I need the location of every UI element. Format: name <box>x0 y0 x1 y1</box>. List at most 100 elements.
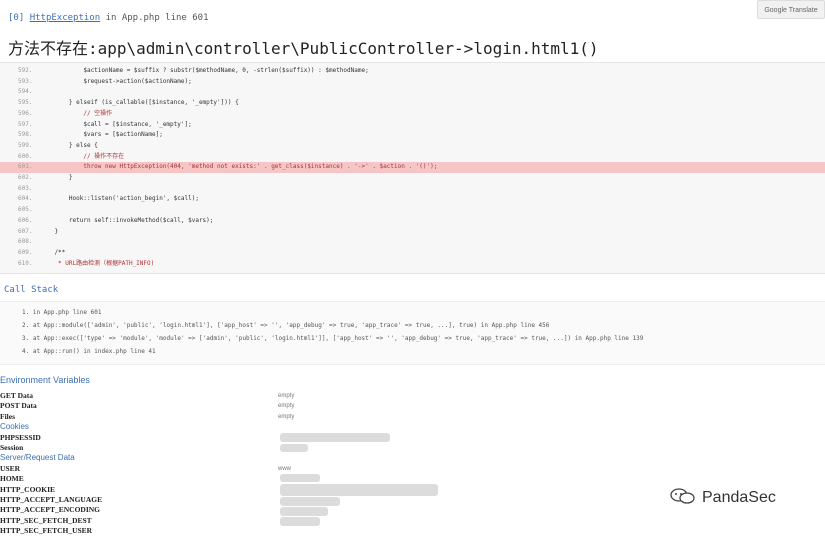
line-number: 596. <box>18 109 33 117</box>
line-number: 602. <box>18 174 33 181</box>
line-number: 601. <box>18 163 33 171</box>
line-source: * URL路由检测（根据PATH_INFO) <box>40 259 155 267</box>
wechat-icon <box>670 488 695 504</box>
line-source: } else { <box>40 141 98 149</box>
redacted-session <box>280 444 308 452</box>
line-source: Hook::listen('action_begin', $call); <box>40 195 199 203</box>
env-key: GET Data <box>0 391 33 400</box>
redacted-phpsessid <box>280 433 390 442</box>
env-key: Session <box>0 443 24 452</box>
exception-location: in App.php line 601 <box>105 13 209 23</box>
line-number: 607. <box>18 227 33 235</box>
redacted-cookie <box>280 484 438 496</box>
line-number: 599. <box>18 141 33 149</box>
watermark: PandaSec <box>670 488 776 507</box>
env-key: PHPSESSID <box>0 432 41 442</box>
env-row: GET Data empty <box>0 391 825 402</box>
code-line: 599. } else { <box>0 141 825 152</box>
line-source: throw new HttpException(404, 'method not… <box>40 163 438 171</box>
line-number: 594. <box>18 88 33 96</box>
code-line: 597. $call = [$instance, '_empty']; <box>0 120 825 131</box>
line-number: 604. <box>18 195 33 203</box>
line-number: 603. <box>18 184 33 192</box>
env-row: HTTP_SEC_FETCH_DEST <box>0 516 825 527</box>
line-number: 593. <box>18 77 33 85</box>
code-line: 604. Hook::listen('action_begin', $call)… <box>0 194 825 205</box>
env-key: HTTP_SEC_FETCH_DEST <box>0 515 92 525</box>
env-key: HTTP_SEC_FETCH_USER <box>0 526 93 536</box>
line-source: // 操作不存在 <box>40 152 125 160</box>
env-row: POST Data empty <box>0 401 825 412</box>
env-row: Files empty <box>0 412 825 423</box>
env-key: HTTP_ACCEPT_ENCODING <box>0 505 101 515</box>
code-line: 594. <box>0 87 825 98</box>
code-line: 596. // 空操作 <box>0 109 825 120</box>
env-key: HTTP_COOKIE <box>0 484 56 494</box>
source-code-panel: 592. $actionName = $suffix ? substr($met… <box>0 62 825 274</box>
exception-message: 方法不存在:app\admin\controller\PublicControl… <box>8 39 599 58</box>
call-stack-item: 2. at App::module(['admin', 'public', 'l… <box>22 322 550 329</box>
code-line: 595. } elseif (is_callable([$instance, '… <box>0 98 825 109</box>
redacted-language <box>280 497 340 506</box>
code-line: 602. } <box>0 173 825 184</box>
call-stack-title: Call Stack <box>4 285 59 295</box>
line-number: 595. <box>18 99 33 107</box>
code-line: 592. $actionName = $suffix ? substr($met… <box>0 66 825 77</box>
watermark-text: PandaSec <box>702 489 776 506</box>
code-line: 605. <box>0 205 825 216</box>
env-key: HTTP_ACCEPT_LANGUAGE <box>0 495 103 504</box>
code-line: 600. // 操作不存在 <box>0 152 825 163</box>
line-number: 597. <box>18 120 33 128</box>
line-source: $actionName = $suffix ? substr($methodNa… <box>40 67 369 74</box>
env-subsection-title: Server/Request Data <box>0 453 75 463</box>
line-source: $call = [$instance, '_empty']; <box>40 120 192 128</box>
line-source: $vars = [$actionName]; <box>40 131 163 139</box>
env-value: empty <box>278 403 295 410</box>
call-stack-item: 3. at App::exec(['type' => 'module', 'mo… <box>22 335 644 342</box>
code-line: 610. * URL路由检测（根据PATH_INFO) <box>0 259 825 270</box>
line-source: } elseif (is_callable([$instance, '_empt… <box>40 99 239 107</box>
line-source: // 空操作 <box>40 109 113 117</box>
exception-type-link[interactable]: HttpException <box>30 13 100 23</box>
code-line: 607. } <box>0 227 825 238</box>
line-number: 598. <box>18 131 33 139</box>
env-key: HOME <box>0 474 24 484</box>
env-row: Session <box>0 443 825 454</box>
env-value: empty <box>278 413 295 420</box>
env-subsection-title: Cookies <box>0 422 29 432</box>
redacted-home <box>280 474 320 482</box>
code-line: 608. <box>0 237 825 248</box>
code-line: 606. return self::invokeMethod($call, $v… <box>0 216 825 227</box>
env-value: empty <box>278 393 295 399</box>
line-number: 610. <box>18 259 33 267</box>
redacted-fetch-dest <box>280 517 320 526</box>
env-value: www <box>278 465 291 472</box>
code-line: 609. /** <box>0 248 825 259</box>
code-line: 603. <box>0 184 825 195</box>
call-stack-item: 1. in App.php line 601 <box>22 309 102 316</box>
call-stack-item: 4. at App::run() in index.php line 41 <box>22 348 156 355</box>
line-number: 608. <box>18 238 33 246</box>
line-number: 592. <box>18 67 33 74</box>
env-row: HTTP_SEC_FETCH_USER <box>0 526 825 537</box>
code-line-highlighted: 601. throw new HttpException(404, 'metho… <box>0 162 825 173</box>
line-source: } <box>40 174 73 181</box>
exception-index: [0] <box>8 13 25 23</box>
code-line: 598. $vars = [$actionName]; <box>0 130 825 141</box>
env-key: POST Data <box>0 401 37 411</box>
google-translate-button[interactable]: Google Translate <box>757 0 825 19</box>
env-key: Files <box>0 411 15 421</box>
env-row: USER www <box>0 464 825 475</box>
line-source: $request->action($actionName); <box>40 77 192 85</box>
line-number: 605. <box>18 206 33 214</box>
exception-header: [0] HttpException in App.php line 601 <box>8 13 209 23</box>
code-line: 593. $request->action($actionName); <box>0 77 825 88</box>
line-number: 609. <box>18 248 33 256</box>
line-source: return self::invokeMethod($call, $vars); <box>40 216 214 224</box>
line-number: 600. <box>18 152 33 160</box>
env-key: USER <box>0 463 21 473</box>
env-row: PHPSESSID <box>0 433 825 444</box>
call-stack-list: 1. in App.php line 6012. at App::module(… <box>0 301 825 365</box>
line-source: } <box>40 227 59 235</box>
redacted-encoding <box>280 507 328 516</box>
